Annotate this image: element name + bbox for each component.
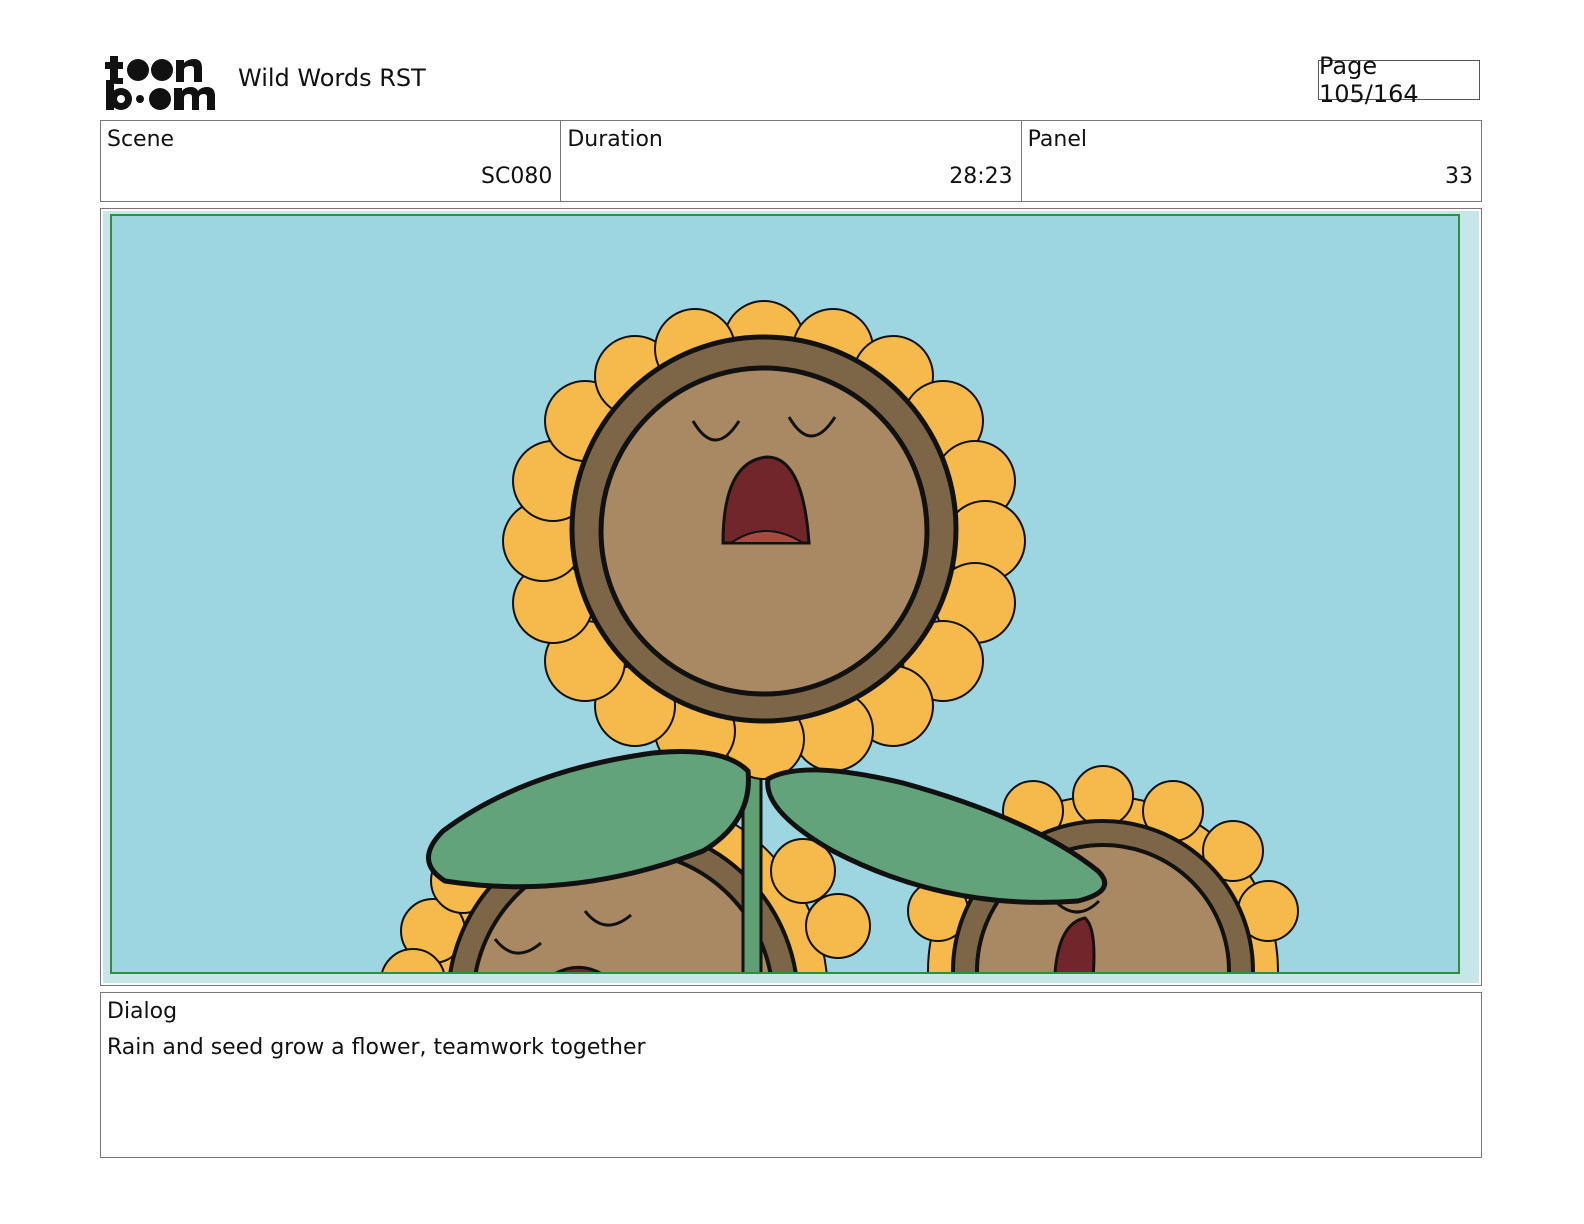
page-indicator: Page 105/164 bbox=[1318, 52, 1480, 108]
scene-info-row: Scene SC080 Duration 28:23 Panel 33 bbox=[100, 120, 1482, 202]
dialog-text: Rain and seed grow a flower, teamwork to… bbox=[107, 1035, 646, 1060]
panel-label: Panel bbox=[1027, 127, 1088, 152]
panel-value: 33 bbox=[1444, 164, 1473, 189]
panel-cell: Panel 33 bbox=[1022, 121, 1481, 201]
panel-artwork bbox=[103, 211, 1479, 983]
scene-value: SC080 bbox=[481, 164, 553, 189]
duration-label: Duration bbox=[567, 127, 663, 152]
scene-label: Scene bbox=[107, 127, 175, 152]
dialog-label: Dialog bbox=[107, 999, 178, 1024]
duration-cell: Duration 28:23 bbox=[561, 121, 1022, 201]
storyboard-panel bbox=[100, 208, 1482, 986]
dialog-box: Dialog Rain and seed grow a flower, team… bbox=[100, 992, 1482, 1158]
toon-boom-logo bbox=[105, 56, 215, 110]
project-title: Wild Words RST bbox=[238, 64, 426, 92]
scene-cell: Scene SC080 bbox=[101, 121, 562, 201]
duration-value: 28:23 bbox=[949, 164, 1013, 189]
